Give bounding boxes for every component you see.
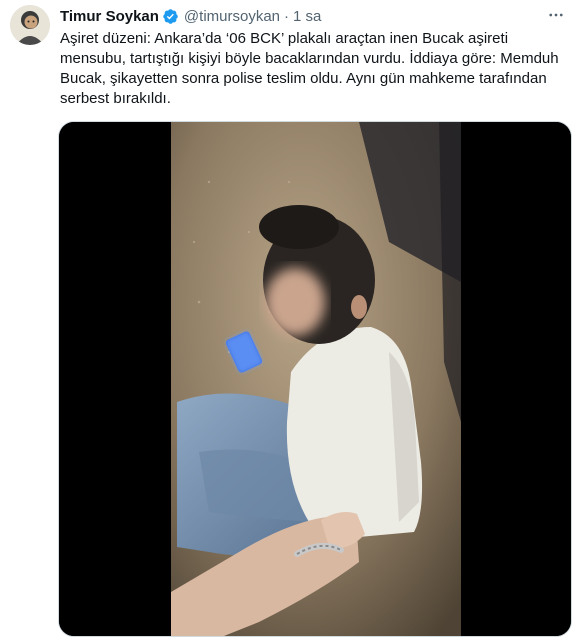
tweet-timestamp[interactable]: 1 sa: [293, 8, 321, 25]
tweet-video[interactable]: [58, 121, 572, 637]
author-handle[interactable]: @timursoykan: [184, 8, 280, 25]
author-name[interactable]: Timur Soykan: [60, 8, 159, 25]
tweet-header: Timur Soykan @timursoykan · 1 sa: [60, 6, 321, 26]
avatar-image: [10, 5, 50, 45]
tweet-text: Aşiret düzeni: Ankara’da ‘06 BCK’ plakal…: [60, 30, 563, 107]
header-separator: ·: [284, 7, 290, 25]
author-avatar[interactable]: [10, 5, 50, 45]
more-options-icon[interactable]: [545, 4, 567, 26]
video-frame: [59, 122, 571, 636]
verified-badge-icon: [163, 8, 178, 24]
